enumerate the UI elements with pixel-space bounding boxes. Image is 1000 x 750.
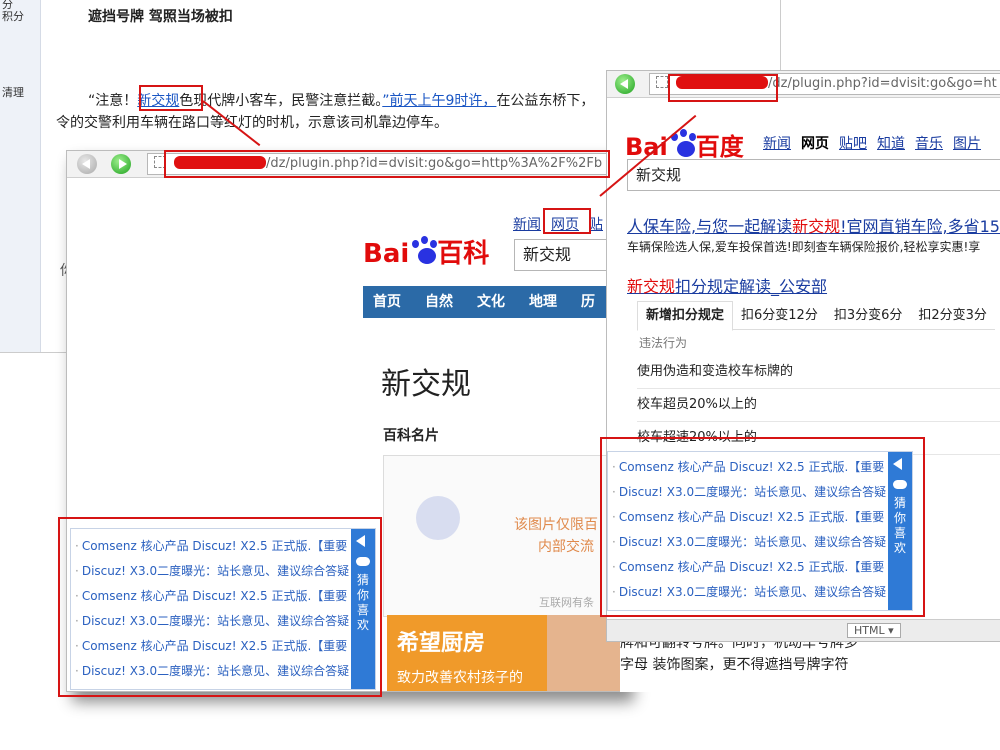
tab-news[interactable]: 新闻 — [763, 136, 791, 152]
image-restriction-note: 该图片仅限百 内部交流 — [514, 517, 598, 555]
tab-music[interactable]: 音乐 — [915, 136, 943, 152]
page-title: 新交规 — [381, 367, 471, 402]
article-title: 遮挡号牌 驾照当场被扣 — [88, 9, 233, 25]
category-history[interactable]: 历 — [581, 286, 595, 318]
bottom-toolbar: HTML ▾ — [607, 619, 1000, 641]
article-link[interactable]: ”前天上午9时许， — [382, 93, 496, 109]
ad-result-title[interactable]: 人保车险,与您一起解读新交规!官网直销车险,多省15% — [627, 213, 1000, 237]
table-row: 使用伪造和变造校车标牌的 — [637, 356, 1000, 389]
baike-card-label: 百科名片 — [383, 428, 439, 444]
category-geography[interactable]: 地理 — [529, 286, 557, 318]
address-bar: /dz/plugin.php?id=dvisit:go&go=ht — [607, 71, 1000, 98]
forward-button[interactable] — [111, 154, 131, 174]
paw-icon — [409, 236, 438, 266]
search-result-title[interactable]: 新交规扣分规定解读_公安部 — [627, 273, 827, 297]
tab-new-points[interactable]: 新增扣分规定 — [637, 301, 734, 331]
baidu-nav-tabs: 新闻 网页 贴吧 知道 音乐 图片 — [763, 133, 991, 153]
tab-images[interactable]: 图片 — [953, 136, 981, 152]
hope-kitchen-banner[interactable]: 希望厨房 致力改善农村孩子的 — [387, 615, 627, 691]
baidu-search-input[interactable]: 新交规 — [627, 159, 1000, 191]
category-culture[interactable]: 文化 — [477, 286, 505, 318]
tab-2-to-3[interactable]: 扣2分变3分 — [910, 302, 995, 330]
baike-logo[interactable]: Bai 百科 — [363, 233, 489, 270]
tab-web[interactable]: 网页 — [801, 136, 829, 152]
page-icon — [656, 76, 668, 88]
image-placeholder: 该图片仅限百 内部交流 互联网有条 — [383, 455, 627, 617]
ad-result-description: 车辆保险选人保,爱车投保首选!即刻查车辆保险报价,轻松享实惠!享 — [627, 240, 981, 254]
tab-tieba[interactable]: 贴吧 — [839, 136, 867, 152]
back-button[interactable] — [77, 154, 97, 174]
image-footer: 互联网有条 — [539, 596, 594, 609]
tab-6-to-12[interactable]: 扣6分变12分 — [733, 302, 826, 330]
table-header: 违法行为 — [639, 336, 688, 350]
category-nature[interactable]: 自然 — [425, 286, 453, 318]
url-text: /dz/plugin.php?id=dvisit:go&go=ht — [768, 76, 997, 91]
back-button[interactable] — [615, 74, 635, 94]
sidebar-item[interactable]: 清理 — [2, 84, 24, 100]
annotation-box-keyword — [139, 85, 203, 111]
format-select[interactable]: HTML ▾ — [847, 623, 901, 638]
baike-category-bar: 首页 自然 文化 地理历 — [363, 286, 627, 318]
baidu-logo[interactable]: Bai 百度 — [625, 127, 744, 162]
tab-3-to-6[interactable]: 扣3分变6分 — [826, 302, 911, 330]
tab-news[interactable]: 新闻 — [513, 217, 541, 233]
tab-zhidao[interactable]: 知道 — [877, 136, 905, 152]
annotation-box-baidu-url — [668, 74, 778, 102]
article-paragraph-line: 令的交警利用车辆在路口等红灯的时机，示意该司机靠边停车。 — [56, 115, 448, 131]
table-row: 校车超员20%以上的 — [637, 389, 1000, 422]
annotation-box-widget-left — [58, 517, 382, 697]
annotation-box-widget-right — [600, 437, 925, 617]
forum-left-sidebar: 分 积分 清理 — [0, 0, 41, 352]
annotation-box-web-tab — [543, 208, 591, 234]
sidebar-item[interactable]: 积分 — [2, 8, 24, 24]
annotation-box-baike-url — [164, 150, 610, 178]
result-tab-strip: 新增扣分规定 扣6分变12分 扣3分变6分 扣2分变3分 — [637, 301, 995, 331]
category-home[interactable]: 首页 — [373, 286, 401, 318]
tab-tieba[interactable]: 贴 — [589, 217, 603, 233]
broken-image-icon — [416, 496, 460, 540]
